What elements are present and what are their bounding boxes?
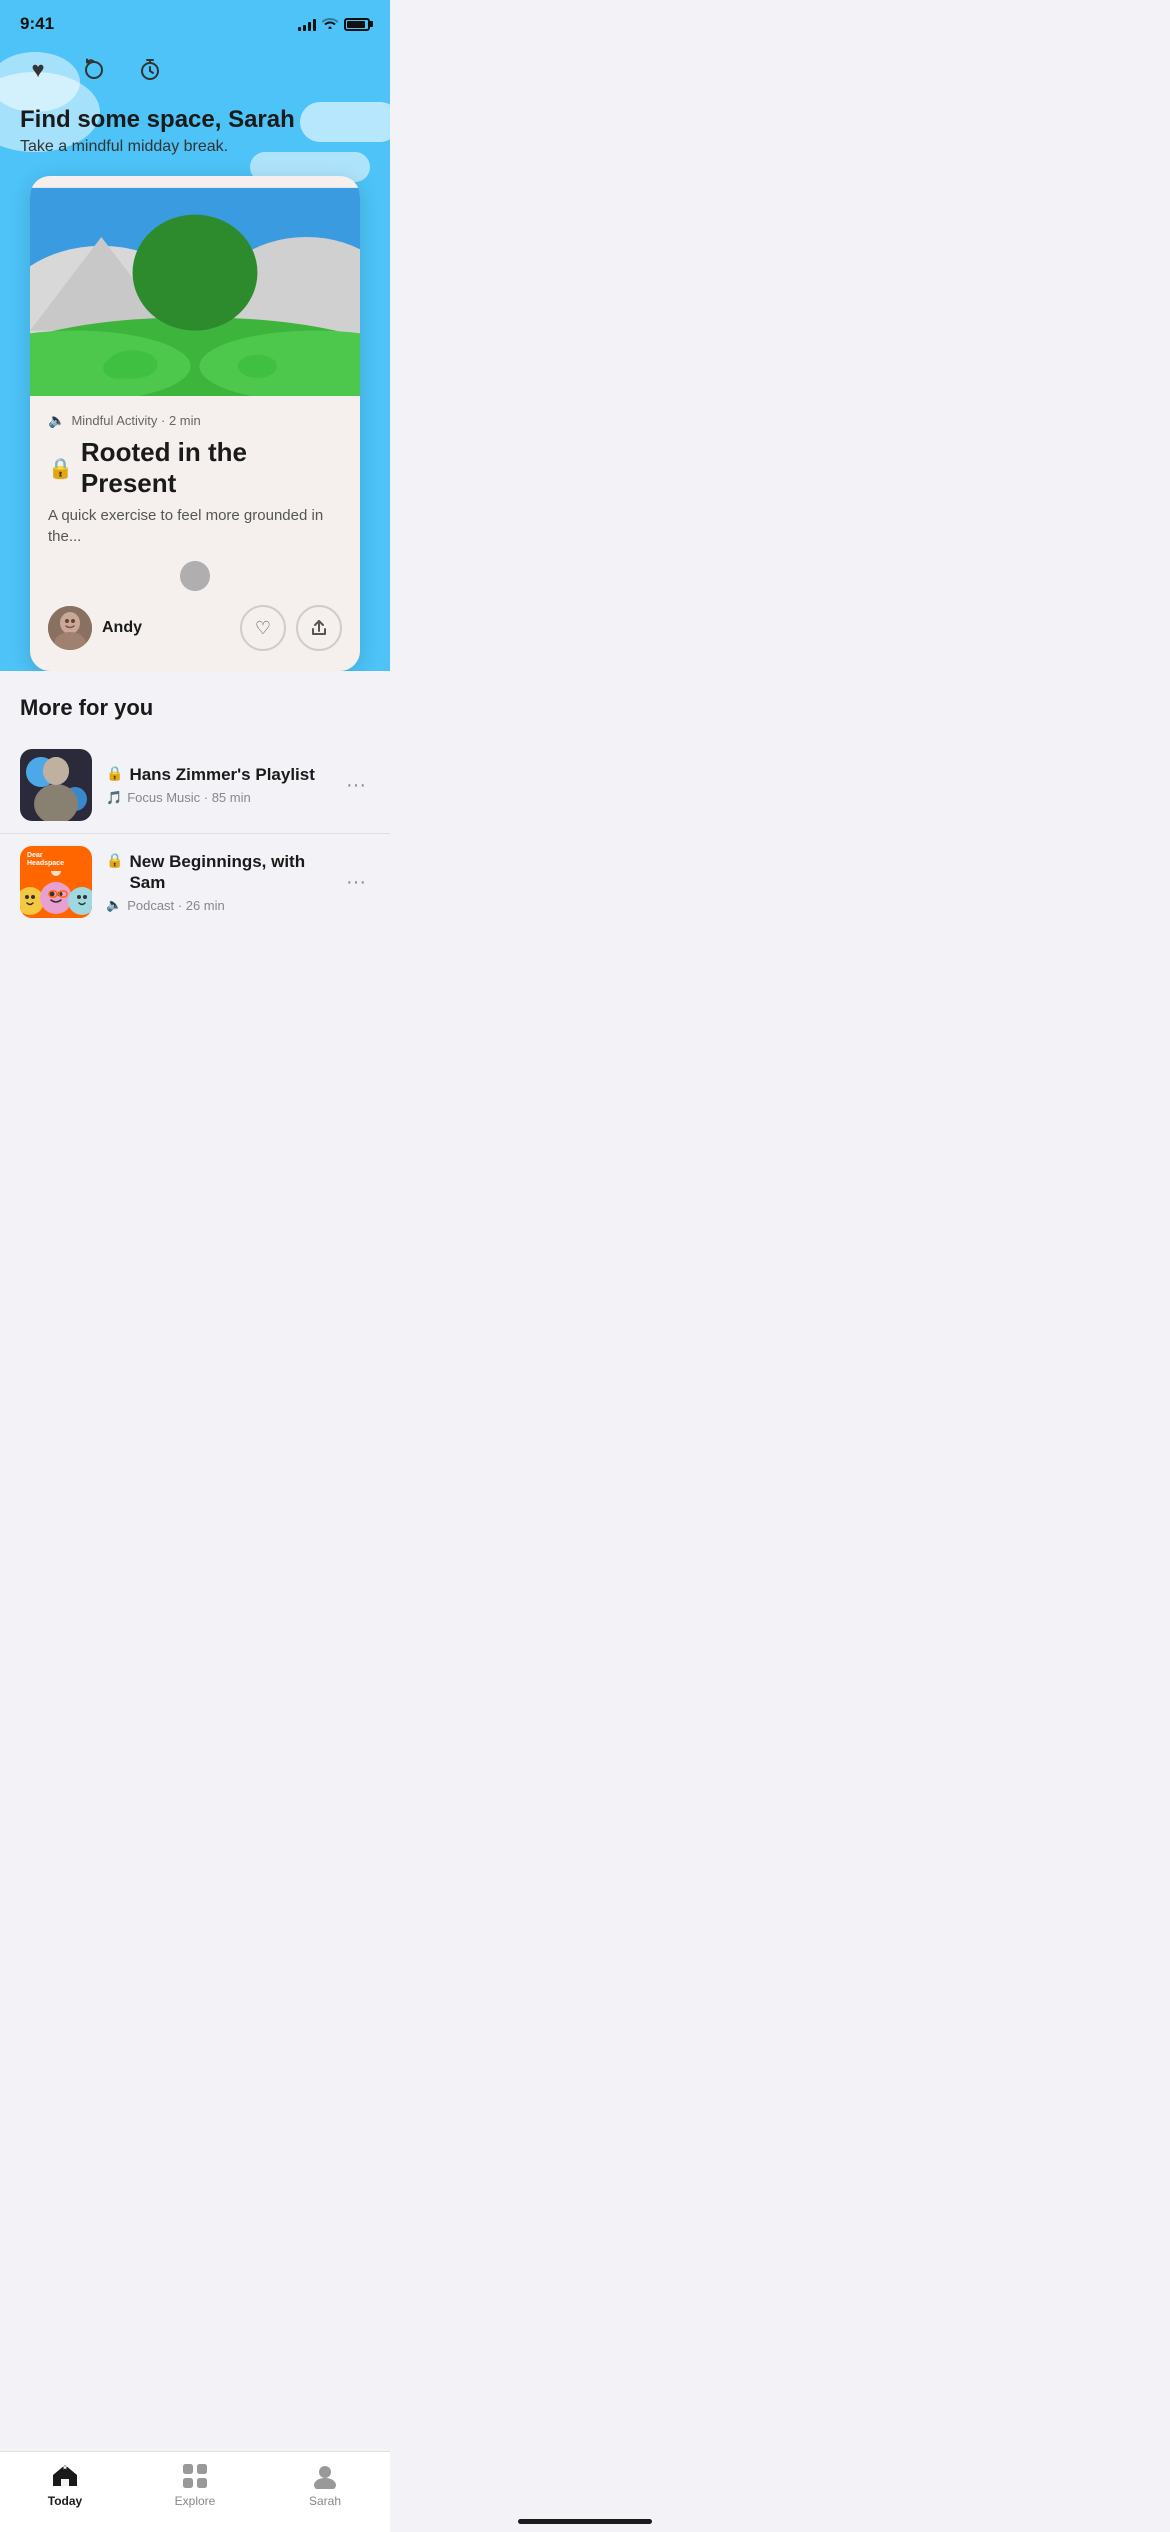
dear-meta-icon: 🔈 [106,897,122,913]
signal-icon [298,17,316,31]
like-button[interactable]: ♡ [240,605,286,651]
profile-icon [311,2462,339,2490]
card-meta-text: Mindful Activity · 2 min [71,413,200,428]
hans-meta-text: Focus Music · 85 min [127,790,251,805]
status-bar: 9:41 [0,0,390,42]
dear-meta-text: Podcast · 26 min [127,898,225,913]
card-author: Andy [48,606,142,650]
status-icons [298,16,370,32]
content-area: More for you 🔒 Hans Zimmer's Playlist 🎵 [0,661,390,1020]
card-illustration [30,176,360,396]
wifi-icon [322,16,338,32]
hans-lock-icon: 🔒 [106,765,123,782]
hans-meta: 🎵 Focus Music · 85 min [106,790,328,806]
hero-section: ♥ Find some space, Sarah Take a mindful … [0,42,390,671]
card-content: 🔈 Mindful Activity · 2 min 🔒 Rooted in t… [30,396,360,671]
list-item[interactable]: DearHeadspace [0,833,390,930]
dear-more-button[interactable]: ··· [342,871,370,894]
list-item[interactable]: 🔒 Hans Zimmer's Playlist 🎵 Focus Music ·… [0,737,390,833]
dear-title: New Beginnings, with Sam [129,851,328,894]
card-meta: 🔈 Mindful Activity · 2 min [48,412,342,429]
card-footer: Andy ♡ [48,605,342,651]
favorites-icon[interactable]: ♥ [20,52,56,88]
hans-title: Hans Zimmer's Playlist [129,764,314,785]
share-button[interactable] [296,605,342,651]
dear-headspace-info: 🔒 New Beginnings, with Sam 🔈 Podcast · 2… [106,851,328,914]
card-lock-icon: 🔒 [48,456,73,481]
history-icon[interactable] [76,52,112,88]
status-time: 9:41 [20,14,54,34]
hans-zimmer-info: 🔒 Hans Zimmer's Playlist 🎵 Focus Music ·… [106,764,328,805]
card-description: A quick exercise to feel more grounded i… [48,505,342,547]
bottom-nav: Today Explore Sarah [0,2451,390,2532]
greeting-subtitle: Take a mindful midday break. [20,138,370,156]
nav-item-sarah[interactable]: Sarah [285,2462,365,2508]
hans-zimmer-thumb [20,749,92,821]
dear-meta: 🔈 Podcast · 26 min [106,897,328,913]
top-icons-row: ♥ [20,52,370,88]
nav-item-today[interactable]: Today [25,2462,105,2508]
today-icon [51,2462,79,2490]
hans-meta-icon: 🎵 [106,790,122,806]
author-name: Andy [102,619,142,637]
dear-lock-icon: 🔒 [106,852,123,869]
card-actions: ♡ [240,605,342,651]
nav-item-explore[interactable]: Explore [155,2462,235,2508]
explore-icon [181,2462,209,2490]
sarah-label: Sarah [309,2494,341,2508]
featured-card[interactable]: 🔈 Mindful Activity · 2 min 🔒 Rooted in t… [30,176,360,671]
card-meta-speaker-icon: 🔈 [48,412,65,429]
dear-headspace-thumb: DearHeadspace [20,846,92,918]
dear-headspace-label: DearHeadspace [24,850,67,871]
greeting-section: Find some space, Sarah Take a mindful mi… [20,106,370,156]
hans-more-button[interactable]: ··· [342,774,370,797]
home-indicator [518,2519,652,2524]
card-progress-dot [180,561,210,591]
explore-label: Explore [175,2494,216,2508]
author-avatar [48,606,92,650]
greeting-title: Find some space, Sarah [20,106,370,134]
more-section-title: More for you [0,695,390,721]
card-title: Rooted in the Present [81,437,342,499]
today-label: Today [48,2494,82,2508]
card-title-row: 🔒 Rooted in the Present [48,437,342,499]
battery-icon [344,18,370,31]
timer-icon[interactable] [132,52,168,88]
